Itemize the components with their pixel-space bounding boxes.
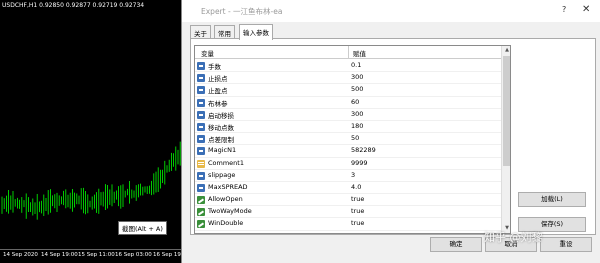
watermark: 知乎 @刘黎 xyxy=(484,231,543,244)
parameter-value[interactable]: 3 xyxy=(351,171,355,179)
parameter-row[interactable]: TwoWayMode true xyxy=(195,206,501,219)
value-icon xyxy=(197,74,205,83)
parameter-value[interactable]: 60 xyxy=(351,98,359,106)
parameter-name: 移动点数 xyxy=(208,123,234,132)
time-tick: 14 Sep 19:00 xyxy=(41,252,78,258)
bool-icon xyxy=(197,196,205,205)
parameter-name: 布林参 xyxy=(208,99,228,108)
price-chart[interactable]: USDCHF,H1 0.92850 0.92877 0.92719 0.9273… xyxy=(0,0,190,263)
candle-chart-canvas xyxy=(1,138,188,220)
parameter-row[interactable]: slippage 3 xyxy=(195,170,501,182)
scrollbar-thumb[interactable] xyxy=(503,56,510,166)
reset-button[interactable]: 重设 xyxy=(540,237,592,252)
parameter-row[interactable]: 点差限制 50 xyxy=(195,133,501,146)
parameter-value[interactable]: true xyxy=(351,219,364,227)
parameter-row[interactable]: MaxSPREAD 4.0 xyxy=(195,182,501,195)
load-button[interactable]: 加载(L) xyxy=(518,192,586,207)
parameter-name: AllowOpen xyxy=(208,195,243,204)
string-icon xyxy=(197,159,205,168)
parameter-value[interactable]: true xyxy=(351,207,364,215)
value-icon xyxy=(197,122,205,131)
parameter-value[interactable]: 582289 xyxy=(351,146,376,154)
parameter-value[interactable]: 180 xyxy=(351,122,363,130)
time-axis: 14 Sep 2020 14 Sep 19:00 15 Sep 11:00 16… xyxy=(0,249,190,263)
value-icon xyxy=(197,183,205,192)
expert-properties-dialog: Expert - 一江鱼布林-ea ? ✕ 关于 常用 输入参数 变量 赋值 手… xyxy=(181,0,600,263)
parameter-name: slippage xyxy=(208,170,236,179)
value-icon xyxy=(197,86,205,95)
parameter-row[interactable]: 启动移损 300 xyxy=(195,109,501,121)
parameter-row[interactable]: 止盈点 500 xyxy=(195,84,501,97)
column-header-variable[interactable]: 变量 xyxy=(201,48,214,58)
parameter-name: 手数 xyxy=(208,63,221,71)
parameter-row[interactable]: Comment1 9999 xyxy=(195,158,501,170)
time-tick: 16 Sep 03:00 xyxy=(115,252,152,258)
ok-button[interactable]: 确定 xyxy=(430,237,482,252)
tab-about[interactable]: 关于 xyxy=(190,25,211,39)
parameter-value[interactable]: 4.0 xyxy=(351,183,361,191)
parameter-value[interactable]: 0.1 xyxy=(351,61,361,69)
parameter-row[interactable]: AllowOpen true xyxy=(195,194,501,207)
dialog-title: Expert - 一江鱼布林-ea xyxy=(201,7,283,16)
parameter-name: WinDouble xyxy=(208,219,244,228)
parameter-value[interactable]: 300 xyxy=(351,110,363,118)
grid-header: 变量 赋值 xyxy=(195,46,501,59)
parameter-name: 启动移损 xyxy=(208,111,234,120)
bool-icon xyxy=(197,208,205,217)
parameter-name: MagicN1 xyxy=(208,146,237,155)
parameter-row[interactable]: 手数 0.1 xyxy=(195,60,501,73)
parameter-row[interactable]: 止损点 300 xyxy=(195,72,501,85)
parameter-value[interactable]: true xyxy=(351,195,364,203)
chart-title: USDCHF,H1 0.92850 0.92877 0.92719 0.9273… xyxy=(2,2,145,9)
value-icon xyxy=(197,147,205,156)
vertical-scrollbar[interactable]: ▲ ▼ xyxy=(501,46,510,233)
parameter-value[interactable]: 9999 xyxy=(351,159,368,167)
parameter-row[interactable]: 移动点数 180 xyxy=(195,121,501,134)
grid-rows: 手数 0.1 止损点 300 止盈点 500 布林参 60 启动移损 300 移动点数 180 点差限制… xyxy=(195,60,501,231)
time-tick: 15 Sep 11:00 xyxy=(78,252,115,258)
tab-inputs[interactable]: 输入参数 xyxy=(239,24,273,40)
parameter-value[interactable]: 300 xyxy=(351,73,363,81)
parameter-name: 止损点 xyxy=(208,75,228,84)
value-icon xyxy=(197,98,205,107)
parameter-name: 止盈点 xyxy=(208,87,228,96)
screenshot-tooltip: 截图(Alt + A) xyxy=(118,221,167,235)
parameter-name: MaxSPREAD xyxy=(208,182,248,191)
value-icon xyxy=(197,135,205,144)
parameter-value[interactable]: 50 xyxy=(351,134,359,142)
bool-icon xyxy=(197,220,205,229)
value-icon xyxy=(197,171,205,180)
scroll-up-icon[interactable]: ▲ xyxy=(502,46,510,55)
tab-common[interactable]: 常用 xyxy=(214,25,235,39)
parameter-row[interactable]: WinDouble true xyxy=(195,218,501,231)
parameter-name: TwoWayMode xyxy=(208,207,252,216)
dialog-titlebar[interactable]: Expert - 一江鱼布林-ea ? ✕ xyxy=(182,0,600,22)
parameter-value[interactable]: 500 xyxy=(351,85,363,93)
close-icon[interactable]: ✕ xyxy=(582,4,590,15)
column-divider[interactable] xyxy=(348,46,349,59)
parameter-row[interactable]: MagicN1 582289 xyxy=(195,145,501,158)
inputs-grid: 变量 赋值 手数 0.1 止损点 300 止盈点 500 布林参 60 启动移损 300 移动点数 1… xyxy=(194,45,511,234)
time-tick: 14 Sep 2020 xyxy=(3,252,38,258)
column-header-value[interactable]: 赋值 xyxy=(353,48,366,58)
parameter-row[interactable]: 布林参 60 xyxy=(195,97,501,109)
value-icon xyxy=(197,62,205,70)
parameter-name: Comment1 xyxy=(208,158,244,167)
value-icon xyxy=(197,110,205,119)
parameter-name: 点差限制 xyxy=(208,136,234,145)
help-button[interactable]: ? xyxy=(562,5,566,14)
